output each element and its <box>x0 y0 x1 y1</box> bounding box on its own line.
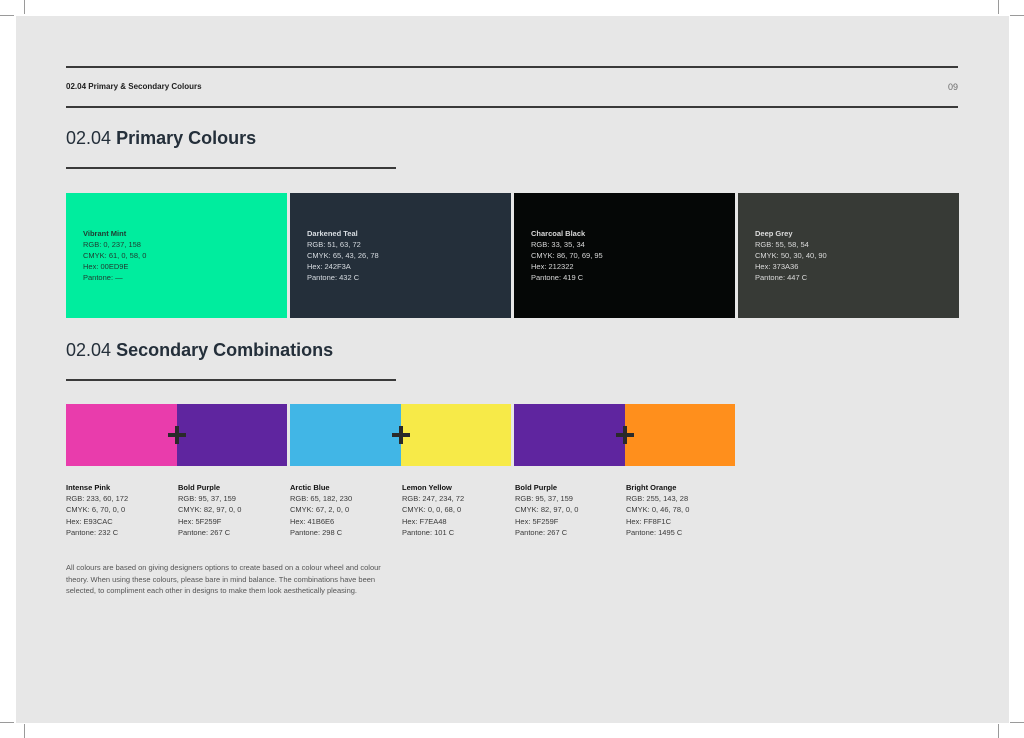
swatch-info: Deep Grey RGB: 55, 58, 54 CMYK: 50, 30, … <box>755 228 827 283</box>
secondary-color-info: Bright Orange RGB: 255, 143, 28 CMYK: 0,… <box>626 482 689 538</box>
color-hex: Hex: 41B6E6 <box>290 516 335 526</box>
swatch-hex: Hex: 212322 <box>531 262 574 271</box>
color-name: Arctic Blue <box>290 483 330 492</box>
color-cmyk: CMYK: 82, 97, 0, 0 <box>178 505 242 515</box>
color-name: Bold Purple <box>178 483 221 492</box>
primary-swatch: Darkened Teal RGB: 51, 63, 72 CMYK: 65, … <box>290 193 511 318</box>
color-name: Intense Pink <box>66 483 111 492</box>
document-page <box>16 16 1009 723</box>
swatch-hex: Hex: 00ED9E <box>83 262 129 271</box>
swatch-name: Vibrant Mint <box>83 229 127 238</box>
crop-mark <box>1010 722 1024 723</box>
swatch-pantone: Pantone: 447 C <box>755 273 808 282</box>
secondary-section-number: 02.04 <box>66 340 112 360</box>
color-cmyk: CMYK: 0, 46, 78, 0 <box>626 505 690 515</box>
swatch-name: Deep Grey <box>755 229 793 238</box>
primary-section-title: 02.04 Primary Colours <box>66 128 256 149</box>
page-number: 09 <box>947 82 958 92</box>
color-cmyk: CMYK: 82, 97, 0, 0 <box>515 505 579 515</box>
crop-mark <box>1010 15 1024 16</box>
colour-usage-note: All colours are based on giving designer… <box>66 563 381 595</box>
color-rgb: RGB: 247, 234, 72 <box>402 494 465 504</box>
color-cmyk: CMYK: 0, 0, 68, 0 <box>402 505 462 515</box>
color-hex: Hex: F7EA48 <box>402 516 447 526</box>
swatch-rgb: RGB: 51, 63, 72 <box>307 240 361 249</box>
swatch-rgb: RGB: 55, 58, 54 <box>755 240 809 249</box>
combo-swatch-right <box>400 404 511 466</box>
swatch-cmyk: CMYK: 50, 30, 40, 90 <box>755 251 827 260</box>
combo-swatch-right <box>624 404 735 466</box>
color-name: Bold Purple <box>515 483 558 492</box>
header-top-rule <box>66 66 958 68</box>
primary-swatch: Deep Grey RGB: 55, 58, 54 CMYK: 50, 30, … <box>738 193 959 318</box>
swatch-name: Charcoal Black <box>531 229 586 238</box>
combo-swatch-right <box>176 404 287 466</box>
swatch-rgb: RGB: 33, 35, 34 <box>531 240 585 249</box>
color-cmyk: CMYK: 67, 2, 0, 0 <box>290 505 350 515</box>
swatch-info: Vibrant Mint RGB: 0, 237, 158 CMYK: 61, … <box>83 228 146 283</box>
plus-icon <box>167 426 186 444</box>
crop-mark <box>0 15 14 16</box>
swatch-pantone: Pantone: — <box>83 273 123 282</box>
color-hex: Hex: FF8F1C <box>626 516 672 526</box>
primary-section-rule <box>66 167 396 169</box>
primary-swatch: Charcoal Black RGB: 33, 35, 34 CMYK: 86,… <box>514 193 735 318</box>
plus-icon <box>391 426 410 444</box>
color-name: Bright Orange <box>626 483 677 492</box>
swatch-rgb: RGB: 0, 237, 158 <box>83 240 141 249</box>
combination-blue-yellow <box>290 404 511 466</box>
primary-section-name: Primary Colours <box>116 128 257 148</box>
secondary-color-info: Arctic Blue RGB: 65, 182, 230 CMYK: 67, … <box>290 482 352 538</box>
crop-mark <box>24 0 25 14</box>
crop-mark <box>998 724 999 738</box>
swatch-name: Darkened Teal <box>307 229 358 238</box>
color-pantone: Pantone: 1495 C <box>626 527 683 537</box>
swatch-pantone: Pantone: 432 C <box>307 273 360 282</box>
color-rgb: RGB: 65, 182, 230 <box>290 494 353 504</box>
swatch-cmyk: CMYK: 61, 0, 58, 0 <box>83 251 147 260</box>
color-rgb: RGB: 233, 60, 172 <box>66 494 129 504</box>
swatch-pantone: Pantone: 419 C <box>531 273 584 282</box>
combination-purple-orange <box>514 404 735 466</box>
color-pantone: Pantone: 232 C <box>66 527 119 537</box>
color-hex: Hex: E93CAC <box>66 516 113 526</box>
color-name: Lemon Yellow <box>402 483 452 492</box>
secondary-section-name: Secondary Combinations <box>116 340 334 360</box>
primary-section-number: 02.04 <box>66 128 112 148</box>
combo-swatch-left <box>290 404 401 466</box>
crop-mark <box>0 722 14 723</box>
color-rgb: RGB: 255, 143, 28 <box>626 494 689 504</box>
swatch-hex: Hex: 242F3A <box>307 262 351 271</box>
swatch-info: Darkened Teal RGB: 51, 63, 72 CMYK: 65, … <box>307 228 379 283</box>
swatch-cmyk: CMYK: 65, 43, 26, 78 <box>307 251 379 260</box>
secondary-color-info: Bold Purple RGB: 95, 37, 159 CMYK: 82, 9… <box>178 482 241 538</box>
combination-pink-purple <box>66 404 287 466</box>
secondary-section-title: 02.04 Secondary Combinations <box>66 340 333 361</box>
swatch-info: Charcoal Black RGB: 33, 35, 34 CMYK: 86,… <box>531 228 603 283</box>
swatch-cmyk: CMYK: 86, 70, 69, 95 <box>531 251 603 260</box>
crop-mark <box>24 724 25 738</box>
color-hex: Hex: 5F259F <box>178 516 222 526</box>
secondary-color-info: Intense Pink RGB: 233, 60, 172 CMYK: 6, … <box>66 482 128 538</box>
primary-swatch: Vibrant Mint RGB: 0, 237, 158 CMYK: 61, … <box>66 193 287 318</box>
color-pantone: Pantone: 267 C <box>515 527 568 537</box>
secondary-color-info: Bold Purple RGB: 95, 37, 159 CMYK: 82, 9… <box>515 482 578 538</box>
color-hex: Hex: 5F259F <box>515 516 559 526</box>
plus-icon <box>615 426 634 444</box>
crop-mark <box>998 0 999 14</box>
color-rgb: RGB: 95, 37, 159 <box>178 494 236 504</box>
secondary-section-rule <box>66 379 396 381</box>
combo-swatch-left <box>66 404 177 466</box>
header-title: 02.04 Primary & Secondary Colours <box>66 82 202 91</box>
color-cmyk: CMYK: 6, 70, 0, 0 <box>66 505 126 515</box>
color-rgb: RGB: 95, 37, 159 <box>515 494 573 504</box>
color-pantone: Pantone: 101 C <box>402 527 455 537</box>
swatch-hex: Hex: 373A36 <box>755 262 799 271</box>
secondary-color-info: Lemon Yellow RGB: 247, 234, 72 CMYK: 0, … <box>402 482 464 538</box>
combo-swatch-left <box>514 404 625 466</box>
header-bottom-rule <box>66 106 958 108</box>
color-pantone: Pantone: 267 C <box>178 527 231 537</box>
color-pantone: Pantone: 298 C <box>290 527 343 537</box>
